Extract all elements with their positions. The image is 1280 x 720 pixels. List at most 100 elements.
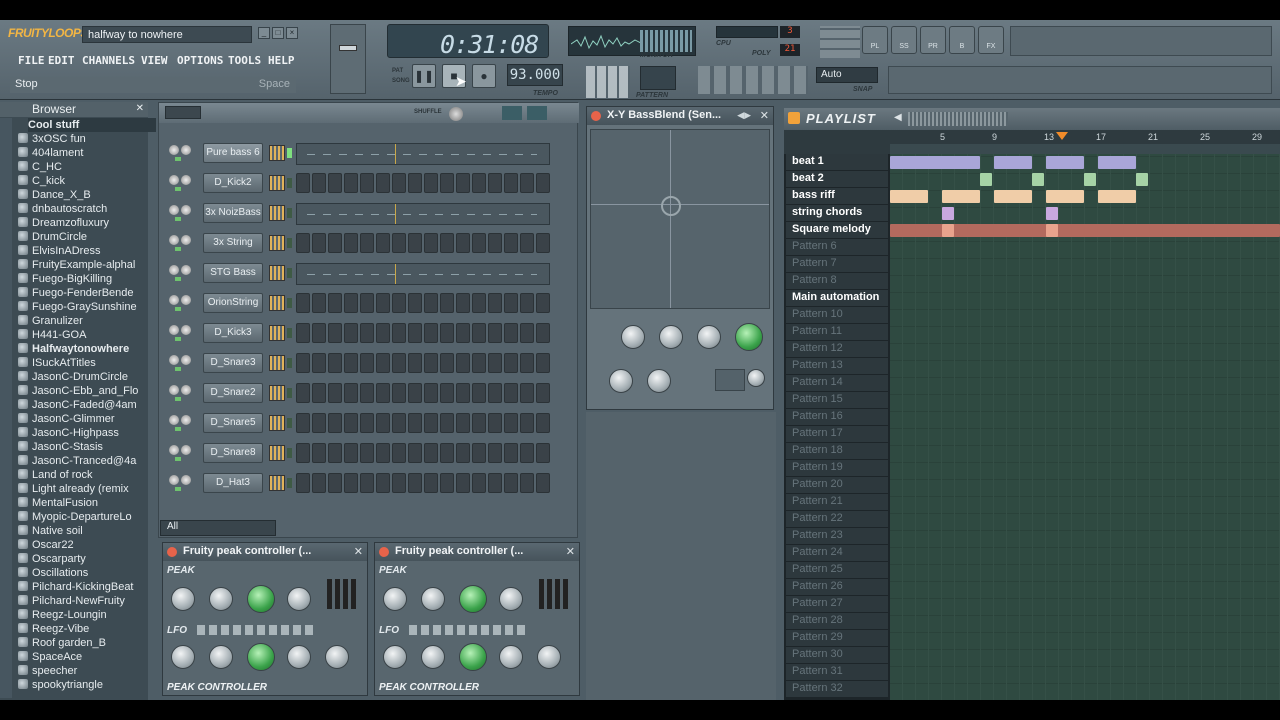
timeline-ruler[interactable]: 5 9 13 17 21 25 29 (890, 132, 1280, 144)
step-button[interactable] (360, 383, 374, 403)
step-button[interactable] (344, 293, 358, 313)
lfo-base-knob[interactable] (171, 645, 195, 669)
browser-button[interactable]: B (949, 26, 975, 54)
step-button[interactable] (344, 173, 358, 193)
playlist-track-name[interactable]: beat 1 (786, 154, 888, 170)
browser-item[interactable]: Cool stuff (28, 118, 156, 132)
pattern-clip[interactable] (942, 207, 954, 220)
channel-mixer-track[interactable] (269, 385, 285, 401)
playlist-header[interactable]: PLAYLIST ◀ (784, 108, 1280, 130)
browser-item[interactable]: Granulizer (18, 314, 146, 328)
step-button[interactable] (536, 443, 550, 463)
step-button[interactable] (408, 473, 422, 493)
playlist-track-name[interactable]: Pattern 13 (786, 358, 888, 374)
playlist-track-name[interactable]: Pattern 22 (786, 511, 888, 527)
step-button[interactable] (472, 293, 486, 313)
playlist-track-name[interactable]: Main automation (786, 290, 888, 306)
browser-item[interactable]: JasonC-Highpass (18, 426, 146, 440)
xy-pad[interactable] (590, 129, 770, 309)
playlist-track-name[interactable]: Pattern 11 (786, 324, 888, 340)
step-button[interactable] (408, 323, 422, 343)
step-button[interactable] (456, 173, 470, 193)
channel-mixer-track[interactable] (269, 295, 285, 311)
step-button[interactable] (456, 233, 470, 253)
snap-select[interactable]: Auto (816, 67, 878, 83)
minimize-icon[interactable]: _ (258, 27, 270, 39)
step-button[interactable] (520, 323, 534, 343)
channel-button[interactable]: D_Kick3 (203, 323, 263, 343)
step-button[interactable] (408, 173, 422, 193)
close-icon[interactable]: × (286, 27, 298, 39)
pattern-clip[interactable] (980, 173, 992, 186)
step-button[interactable] (520, 443, 534, 463)
browser-item[interactable]: Oscarparty (18, 552, 146, 566)
channel-button[interactable]: D_Snare3 (203, 353, 263, 373)
lfo-base-knob[interactable] (383, 645, 407, 669)
step-button[interactable] (296, 413, 310, 433)
step-button[interactable] (392, 383, 406, 403)
pattern-clip[interactable] (994, 190, 1032, 203)
tension-knob[interactable] (459, 585, 487, 613)
channel-mixer-track[interactable] (269, 175, 285, 191)
lfo-shape-buttons[interactable] (409, 625, 529, 635)
channel-mixer-track[interactable] (269, 475, 285, 491)
playlist-track-name[interactable]: Pattern 27 (786, 596, 888, 612)
record-button[interactable]: ● (472, 64, 496, 88)
pattern-selector-grid[interactable] (586, 66, 630, 98)
decay-knob[interactable] (287, 587, 311, 611)
browser-item[interactable]: Fuego-FenderBende (18, 286, 146, 300)
step-button[interactable] (424, 443, 438, 463)
step-button[interactable] (312, 173, 326, 193)
step-button[interactable] (376, 233, 390, 253)
lfo-shape-buttons[interactable] (197, 625, 317, 635)
step-button[interactable] (488, 383, 502, 403)
channel-step-buttons[interactable] (296, 413, 550, 433)
step-button[interactable] (488, 293, 502, 313)
step-button[interactable] (376, 473, 390, 493)
browser-item[interactable]: C_HC (18, 160, 146, 174)
channel-step-buttons[interactable] (296, 443, 550, 463)
base-knob[interactable] (383, 587, 407, 611)
knob-2[interactable] (659, 325, 683, 349)
channel-step-buttons[interactable] (296, 233, 550, 253)
step-button[interactable] (520, 233, 534, 253)
step-button[interactable] (408, 353, 422, 373)
step-button[interactable] (536, 473, 550, 493)
playlist-track-name[interactable]: Pattern 6 (786, 239, 888, 255)
playlist-track-name[interactable]: Pattern 32 (786, 681, 888, 697)
step-button[interactable] (440, 413, 454, 433)
channel-button[interactable]: D_Kick2 (203, 173, 263, 193)
channel-graph-view[interactable] (296, 143, 550, 165)
browser-item[interactable]: FruityExample-alphal (18, 258, 146, 272)
pat-song-switch[interactable]: PAT SONG (392, 66, 410, 86)
step-button[interactable] (360, 413, 374, 433)
step-button[interactable] (536, 233, 550, 253)
step-button[interactable] (520, 413, 534, 433)
channel-select-led[interactable] (287, 268, 292, 278)
step-button[interactable] (424, 383, 438, 403)
playlist-track-name[interactable]: Pattern 15 (786, 392, 888, 408)
pattern-selector[interactable] (165, 106, 201, 119)
step-button[interactable] (536, 413, 550, 433)
step-button[interactable] (408, 413, 422, 433)
step-button[interactable] (536, 353, 550, 373)
menu-file[interactable]: FILE (18, 52, 45, 70)
browser-item[interactable]: spookytriangle (18, 678, 146, 692)
step-button[interactable] (312, 413, 326, 433)
step-button[interactable] (360, 233, 374, 253)
step-button[interactable] (504, 353, 518, 373)
channel-select-led[interactable] (287, 328, 292, 338)
step-button[interactable] (360, 353, 374, 373)
channel-pan-volume-knobs[interactable] (169, 205, 193, 221)
step-button[interactable] (376, 443, 390, 463)
piano-roll-button[interactable]: PR (920, 26, 946, 54)
tempo-display[interactable]: 93.000 (507, 64, 563, 86)
step-button[interactable] (376, 413, 390, 433)
playhead-marker-icon[interactable] (1056, 132, 1068, 140)
browser-item[interactable]: Myopic-DepartureLo (18, 510, 146, 524)
browser-item[interactable]: Reegz-Loungin (18, 608, 146, 622)
step-button[interactable] (328, 293, 342, 313)
step-button[interactable] (520, 173, 534, 193)
knob-4-green[interactable] (735, 323, 763, 351)
playlist-track-name[interactable]: Pattern 31 (786, 664, 888, 680)
